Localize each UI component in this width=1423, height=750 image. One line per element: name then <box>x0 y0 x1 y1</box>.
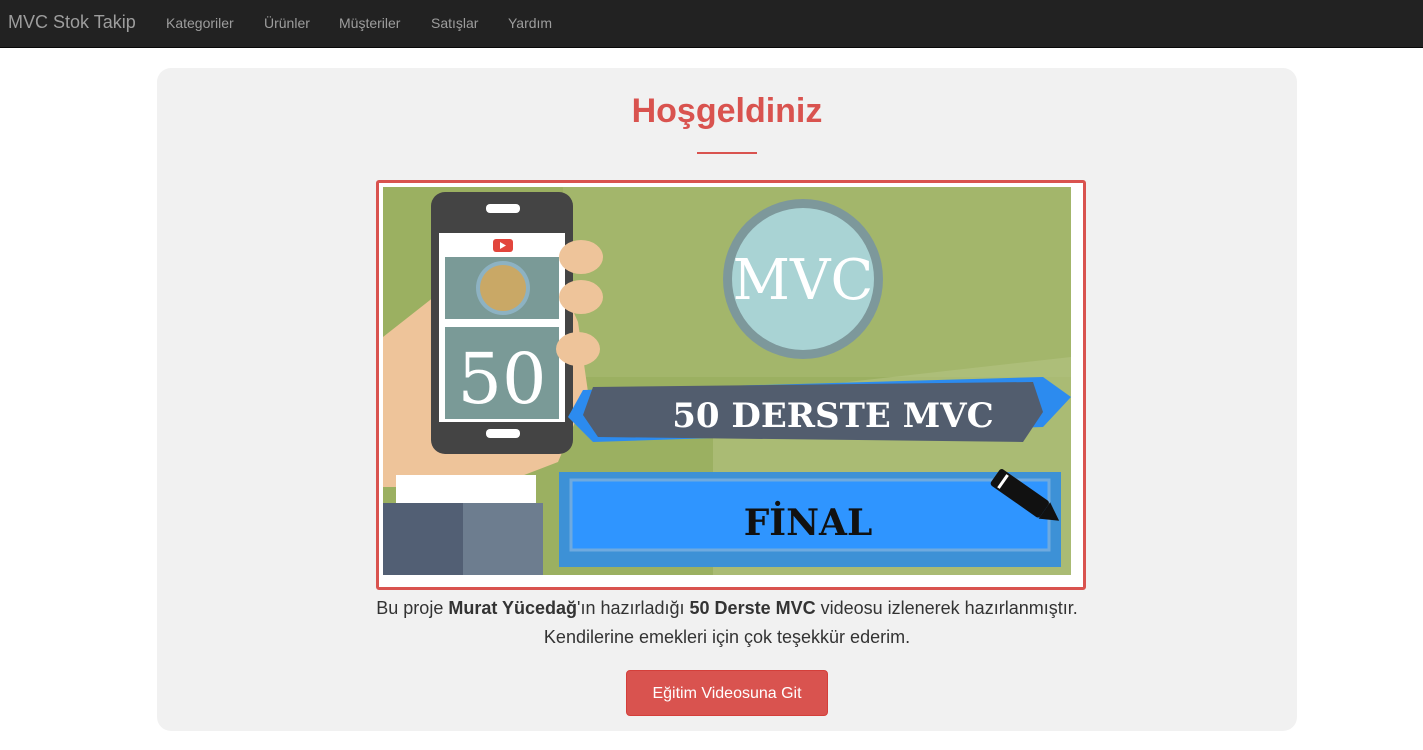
course-thumbnail: 50 MVC 50 DERSTE MVC FİNAL <box>376 180 1086 590</box>
nav-item-kategoriler[interactable]: Kategoriler <box>166 15 234 31</box>
nav-item-urunler[interactable]: Ürünler <box>264 15 310 31</box>
final-label-text: FİNAL <box>744 501 873 544</box>
navbar-brand[interactable]: MVC Stok Takip <box>8 12 136 33</box>
title-divider <box>697 152 757 154</box>
go-to-video-button[interactable]: Eğitim Videosuna Git <box>626 670 828 716</box>
page-title: Hoşgeldiniz <box>631 92 823 130</box>
project-description: Bu proje Murat Yücedağ'ın hazırladığı 50… <box>376 598 1078 647</box>
nav-item-musteriler[interactable]: Müşteriler <box>339 15 400 31</box>
phone-number-text: 50 <box>457 338 546 420</box>
course-name: 50 Derste MVC <box>689 598 816 618</box>
mvc-badge-text: MVC <box>733 248 874 313</box>
nav-item-yardim[interactable]: Yardım <box>508 15 552 31</box>
author-name: Murat Yücedağ <box>448 598 578 618</box>
derste-banner-text: 50 DERSTE MVC <box>672 396 994 436</box>
welcome-panel: Hoşgeldiniz 50 MVC 50 DERSTE MVC FİNAL B… <box>157 68 1297 731</box>
thanks-text: Kendilerine emekleri için çok teşekkür e… <box>543 627 911 647</box>
navbar: MVC Stok Takip Kategoriler Ürünler Müşte… <box>0 0 1423 48</box>
nav-item-satislar[interactable]: Satışlar <box>431 15 478 31</box>
